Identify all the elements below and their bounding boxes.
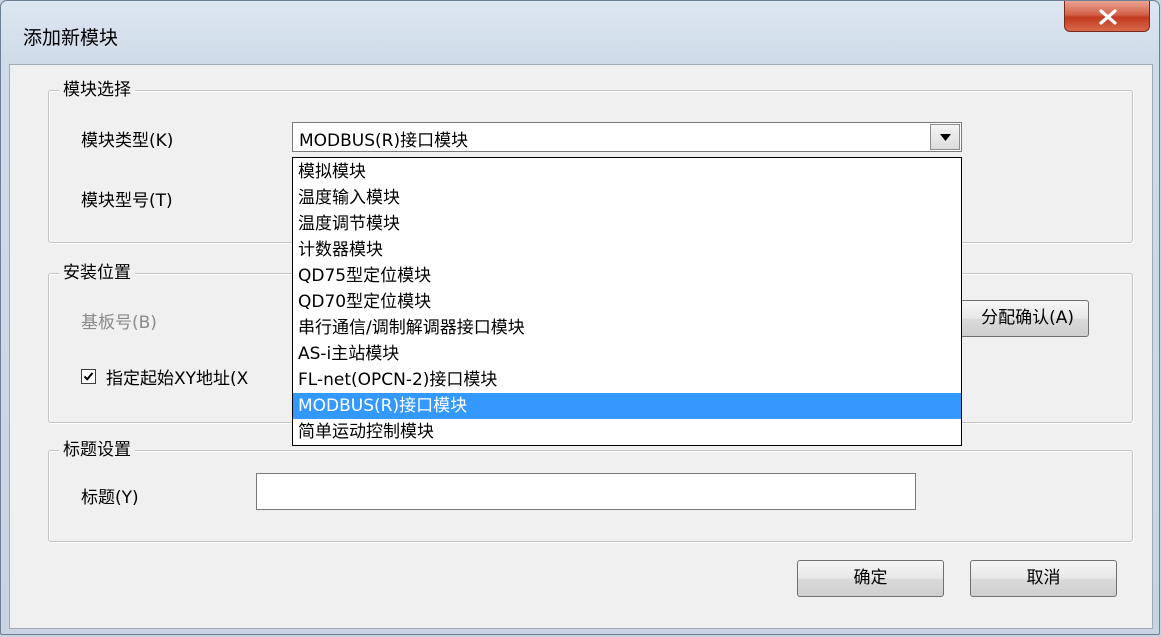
xy-address-label[interactable]: 指定起始XY地址(X: [106, 364, 248, 389]
close-button[interactable]: [1064, 1, 1150, 32]
base-number-label: 基板号(B): [81, 313, 157, 333]
module-type-dropdown-button[interactable]: [930, 124, 960, 150]
module-type-value: MODBUS(R)接口模块: [299, 131, 469, 151]
dialog-window: 添加新模块 模块选择 模块类型(K) MODBUS(R)接口模块 模块型号(T)…: [0, 0, 1160, 635]
dropdown-option[interactable]: FL-net(OPCN-2)接口模块: [293, 367, 961, 393]
ok-button[interactable]: 确定: [797, 560, 944, 597]
close-x-icon: [1099, 9, 1117, 25]
dropdown-option[interactable]: 简单运动控制模块: [293, 419, 961, 445]
dropdown-option[interactable]: QD75型定位模块: [293, 263, 961, 289]
module-type-dropdown-list: 模拟模块 温度输入模块 温度调节模块 计数器模块 QD75型定位模块 QD70型…: [292, 157, 962, 446]
chevron-down-icon: [940, 134, 951, 141]
dropdown-option-selected[interactable]: MODBUS(R)接口模块: [293, 393, 961, 419]
cancel-label: 取消: [1026, 568, 1061, 588]
dropdown-option[interactable]: QD70型定位模块: [293, 289, 961, 315]
xy-address-checkbox[interactable]: [81, 369, 96, 384]
title-input[interactable]: [256, 473, 916, 510]
dropdown-option[interactable]: AS-i主站模块: [293, 341, 961, 367]
dropdown-option[interactable]: 温度调节模块: [293, 211, 961, 237]
title-setting-legend: 标题设置: [59, 438, 135, 462]
allocation-confirm-label: 分配确认(A): [981, 308, 1074, 328]
module-model-label: 模块型号(T): [81, 191, 173, 211]
install-position-legend: 安装位置: [59, 261, 135, 285]
module-type-label: 模块类型(K): [81, 131, 174, 151]
window-title: 添加新模块: [23, 27, 119, 49]
module-select-legend: 模块选择: [59, 78, 135, 102]
cancel-button[interactable]: 取消: [970, 560, 1117, 597]
checkmark-icon: [83, 372, 94, 381]
title-label: 标题(Y): [81, 488, 139, 508]
dialog-client-area: 模块选择 模块类型(K) MODBUS(R)接口模块 模块型号(T) 安装位置 …: [9, 64, 1153, 629]
dropdown-option[interactable]: 计数器模块: [293, 237, 961, 263]
dropdown-option[interactable]: 模拟模块: [293, 159, 961, 185]
ok-label: 确定: [853, 568, 888, 588]
dropdown-option[interactable]: 串行通信/调制解调器接口模块: [293, 315, 961, 341]
dropdown-option[interactable]: 温度输入模块: [293, 185, 961, 211]
module-type-combo[interactable]: MODBUS(R)接口模块: [292, 122, 962, 152]
